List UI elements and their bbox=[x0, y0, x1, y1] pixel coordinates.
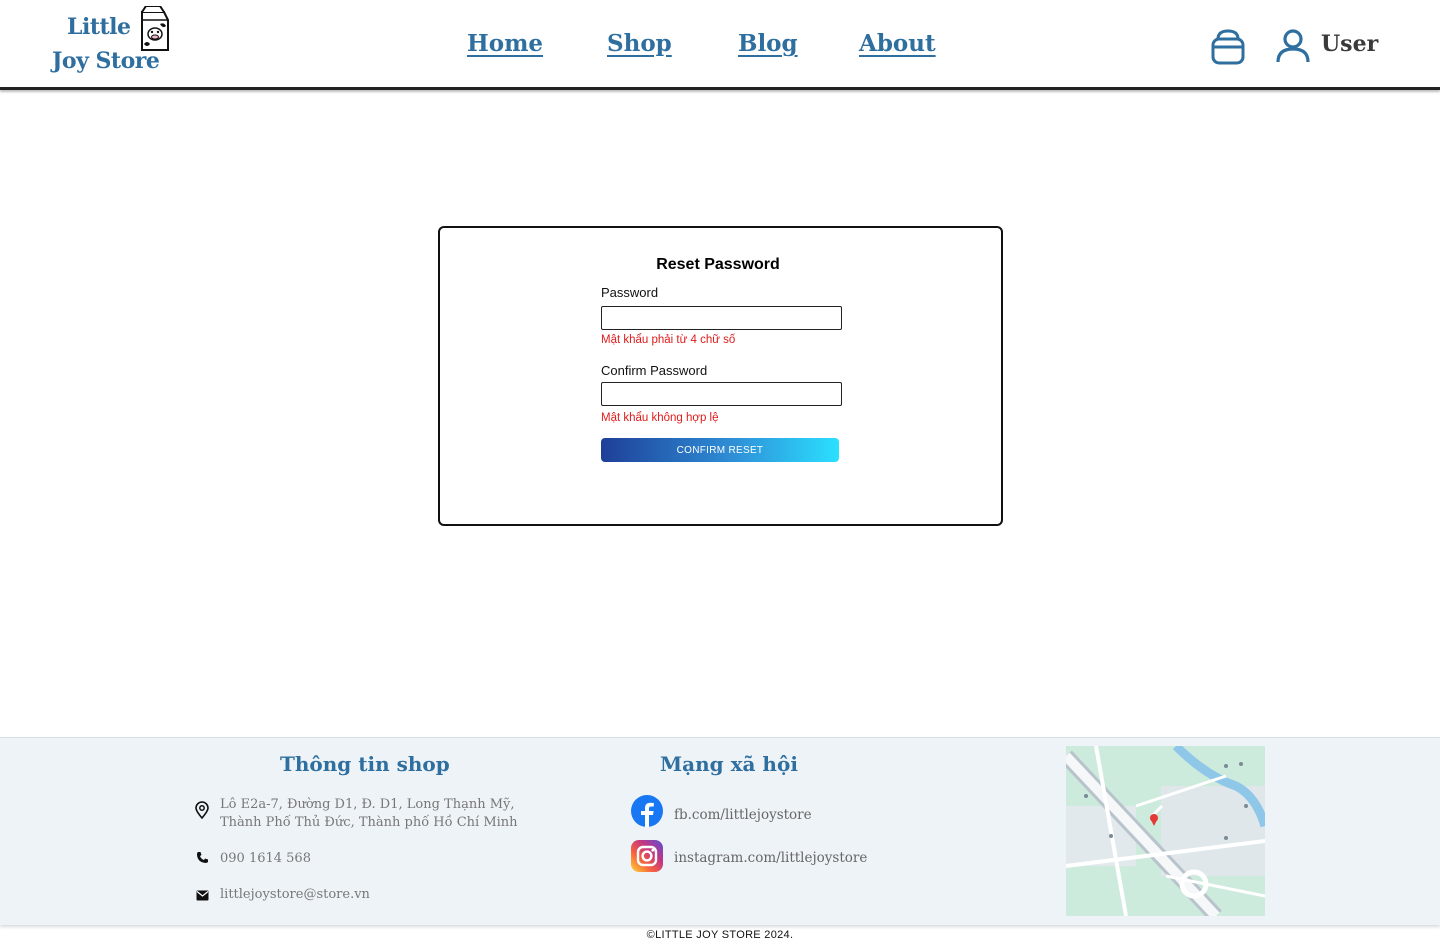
confirm-reset-button[interactable]: CONFIRM RESET bbox=[601, 438, 839, 462]
confirm-password-error: Mật khẩu không hợp lệ bbox=[601, 412, 719, 424]
reset-password-card: Reset Password Password Mật khẩu phải từ… bbox=[438, 226, 1003, 526]
instagram-link[interactable]: instagram.com/littlejoystore bbox=[674, 850, 867, 866]
email-icon bbox=[196, 890, 209, 901]
user-icon[interactable] bbox=[1275, 28, 1311, 64]
password-error: Mật khẩu phải từ 4 chữ số bbox=[601, 334, 736, 346]
site-footer: Thông tin shop Lô E2a-7, Đường D1, Đ. D1… bbox=[0, 737, 1440, 925]
facebook-icon[interactable] bbox=[631, 795, 663, 827]
confirm-password-input[interactable] bbox=[601, 382, 842, 406]
email-address: littlejoystore@store.vn bbox=[220, 887, 370, 902]
nav-shop[interactable]: Shop bbox=[607, 30, 672, 57]
password-label: Password bbox=[601, 285, 659, 300]
password-input[interactable] bbox=[601, 306, 842, 330]
instagram-icon[interactable] bbox=[631, 840, 663, 872]
milk-carton-icon bbox=[141, 6, 169, 51]
social-heading: Mạng xã hội bbox=[660, 752, 798, 776]
nav-about[interactable]: About bbox=[859, 30, 936, 57]
copyright-text: ©LITTLE JOY STORE 2024. bbox=[646, 929, 794, 941]
store-logo[interactable]: Little Joy Store bbox=[52, 6, 177, 82]
phone-icon bbox=[197, 852, 208, 863]
phone-number: 090 1614 568 bbox=[220, 851, 311, 866]
user-label[interactable]: User bbox=[1321, 31, 1378, 57]
confirm-password-label: Confirm Password bbox=[601, 363, 708, 378]
location-pin-icon bbox=[195, 801, 209, 819]
store-location-map[interactable] bbox=[1066, 746, 1265, 916]
site-header: Little Joy Store Home Shop Blog About Us… bbox=[0, 0, 1440, 90]
address-line2: Thành Phố Thủ Đức, Thành phố Hồ Chí Minh bbox=[220, 815, 518, 830]
page-title: Reset Password bbox=[656, 256, 780, 273]
facebook-link[interactable]: fb.com/littlejoystore bbox=[674, 807, 812, 823]
shop-info-heading: Thông tin shop bbox=[280, 752, 450, 776]
logo-line1: Little bbox=[67, 14, 131, 40]
nav-home[interactable]: Home bbox=[467, 30, 543, 57]
nav-blog[interactable]: Blog bbox=[738, 30, 798, 57]
shopping-bag-icon[interactable] bbox=[1208, 27, 1248, 67]
address-line1: Lô E2a-7, Đường D1, Đ. D1, Long Thạnh Mỹ… bbox=[220, 797, 515, 812]
